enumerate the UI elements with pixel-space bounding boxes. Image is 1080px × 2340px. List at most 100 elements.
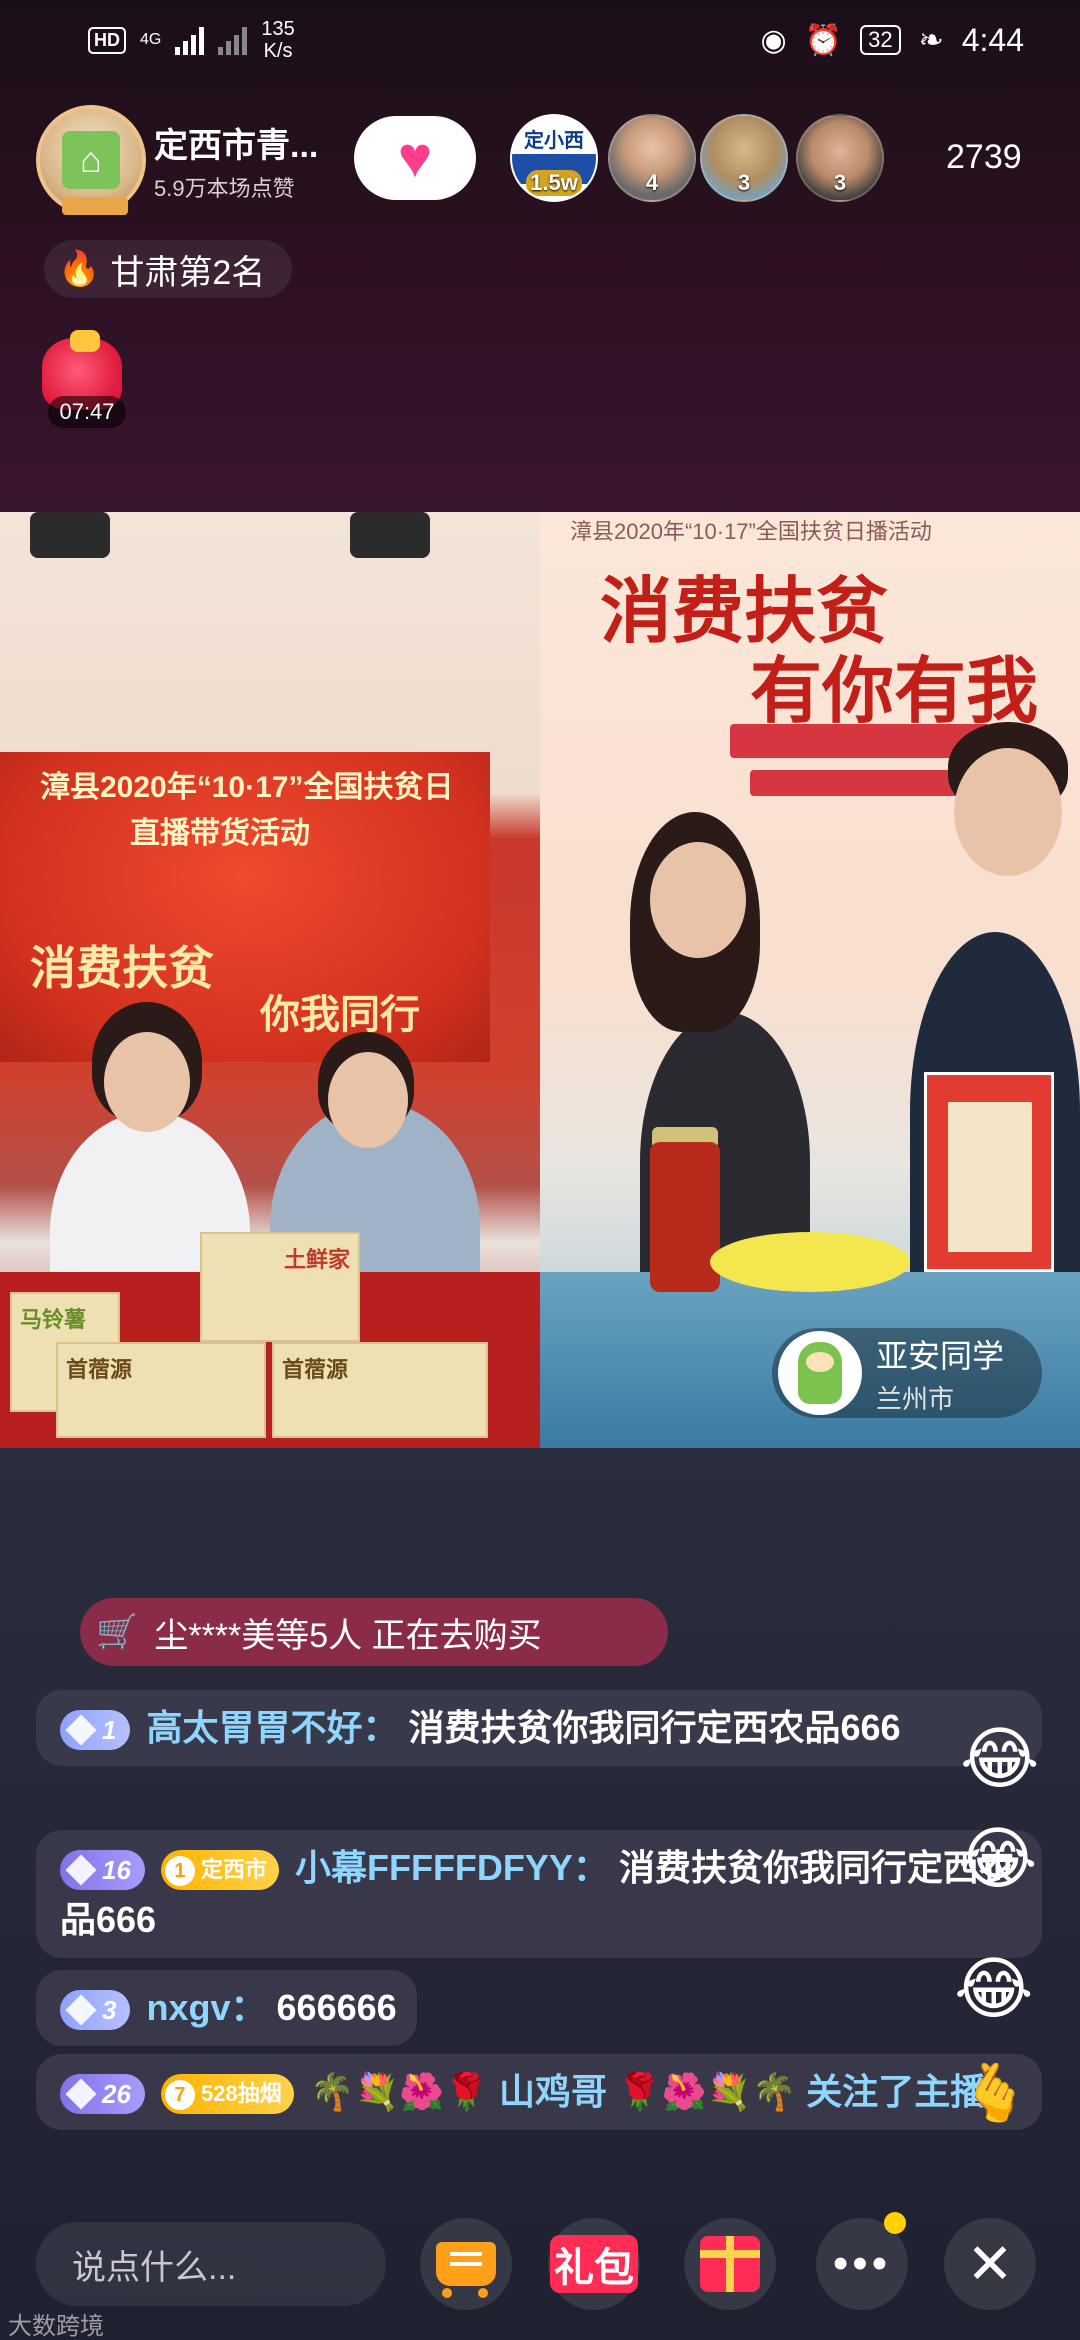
fan-club-badge: 1 定西市 — [160, 1850, 279, 1891]
host-avatar[interactable]: ⌂ — [36, 105, 146, 215]
user-level-badge: 1 — [60, 1710, 131, 1751]
top-viewer-avatar[interactable]: 定小西 1.5w — [510, 114, 598, 202]
hd-badge: HD — [88, 26, 126, 54]
rank-badge[interactable]: 🔥 甘肃第2名 — [44, 240, 292, 298]
clock: 4:44 — [961, 21, 1024, 58]
signal-secondary-icon — [218, 25, 248, 55]
backdrop-subtitle: 直播带货活动 — [130, 817, 310, 850]
leaf-icon: ❧ — [918, 23, 944, 57]
user-level-badge: 26 — [60, 2074, 145, 2115]
viewer-total-count[interactable]: 2739 — [946, 138, 1022, 177]
host-name: 定西市青... — [154, 126, 319, 165]
presenter-face — [104, 1032, 190, 1132]
user-level-badge: 3 — [60, 1990, 131, 2031]
guest-face — [954, 748, 1062, 876]
fan-level: 7 — [164, 2080, 195, 2111]
watermark: 大数跨境 — [8, 2313, 104, 2340]
chat-username[interactable]: 高太胃胃不好： — [146, 1707, 398, 1748]
viewer-count-badge: 1.5w — [526, 170, 582, 196]
network-type: 4G — [140, 31, 162, 48]
heart-hands-emoji-icon: 🫰 — [960, 2061, 1030, 2124]
network-speed-unit: K/s — [263, 40, 293, 62]
status-bar: HD 4G 135 K/s ◉ ⏰ 32 ❧ 4:44 — [0, 0, 1080, 80]
gift-pack-icon: 礼包 — [550, 2235, 638, 2293]
notification-dot — [884, 2212, 906, 2234]
host-info-card[interactable]: ⌂ 定西市青... 5.9万本场点赞 — [36, 105, 346, 215]
house-icon: ⌂ — [62, 131, 120, 189]
backdrop-slogan: 你我同行 — [260, 991, 420, 1038]
fan-level: 1 — [164, 1856, 195, 1887]
guest-video-stream[interactable]: 漳县2020年“10·17”全国扶贫日播活动 消费扶贫 有你有我 — [540, 512, 1080, 1448]
chat-text: 666666 — [276, 1987, 397, 2028]
user-level: 1 — [102, 1715, 117, 1746]
product-box-label — [948, 1102, 1032, 1252]
gift-pack-button[interactable]: 礼包 — [548, 2218, 640, 2310]
cart-icon: 🛒 — [96, 1613, 139, 1651]
heart-icon: ♥ — [397, 125, 433, 190]
flame-icon: 🔥 — [58, 250, 101, 288]
chat-message[interactable]: 16 1 定西市 小幕FFFFFDFYY： 消费扶贫你我同行定西农品666 — [36, 1830, 1042, 1958]
fan-club-badge: 7 528抽烟 — [160, 2074, 294, 2115]
battery-indicator: 32 — [860, 25, 901, 55]
comment-input[interactable]: 说点什么... — [36, 2222, 386, 2306]
product-jar — [650, 1142, 720, 1292]
product-label: 马铃薯 — [20, 1307, 87, 1332]
guest-name: 亚安同学 — [876, 1337, 1005, 1374]
guest-face — [650, 842, 746, 958]
viewer-count-badge: 4 — [645, 170, 659, 195]
product-label: 首蓿源 — [66, 1357, 133, 1382]
red-packet-knot — [70, 330, 100, 352]
gift-box-icon — [700, 2236, 760, 2292]
eye-icon: ◉ — [760, 23, 787, 57]
top-viewer-avatar[interactable]: 3 — [700, 114, 788, 202]
laughing-emoji-icon: 😂 — [954, 1951, 1034, 2027]
diamond-icon — [65, 1714, 97, 1747]
top-viewer-avatar[interactable]: 3 — [796, 114, 884, 202]
user-level: 3 — [102, 1995, 117, 2026]
chat-username[interactable]: 🌴💐🌺🌹 山鸡哥 🌹🌺💐🌴 — [310, 2071, 807, 2112]
product-plate — [710, 1232, 910, 1292]
backdrop-title: 漳县2020年“10·17”全国扶贫日 — [40, 771, 454, 804]
product-box: 土鲜家 — [200, 1232, 360, 1342]
viewer-badge-label: 定小西 — [524, 130, 584, 152]
more-icon: ••• — [832, 2239, 892, 2288]
top-viewer-avatar[interactable]: 4 — [608, 114, 696, 202]
chat-username[interactable]: 小幕FFFFFDFYY： — [295, 1847, 609, 1888]
viewer-count-badge: 3 — [833, 170, 847, 195]
fan-club-name: 528抽烟 — [200, 2081, 282, 2107]
product-box: 首蓿源 — [56, 1342, 266, 1438]
diamond-icon — [65, 1994, 97, 2027]
guest-city: 兰州市 — [876, 1383, 955, 1414]
poster-header: 漳县2020年“10·17”全国扶贫日播活动 — [570, 519, 932, 544]
guest-profile-tag[interactable]: 亚安同学 兰州市 — [772, 1328, 1042, 1418]
chat-message[interactable]: 1 高太胃胃不好： 消费扶贫你我同行定西农品666 — [36, 1690, 1042, 1766]
stage-light — [350, 512, 430, 558]
close-button[interactable]: ✕ — [944, 2218, 1036, 2310]
shopping-cart-icon — [436, 2242, 496, 2298]
purchase-notice[interactable]: 🛒 尘****美等5人 正在去购买 — [80, 1598, 668, 1666]
chat-message[interactable]: 3 nxgv： 666666 — [36, 1970, 417, 2046]
network-speed-value: 135 — [261, 18, 295, 40]
product-label: 土鲜家 — [283, 1247, 350, 1272]
backdrop-slogan: 消费扶贫 — [30, 941, 214, 995]
guest-avatar[interactable] — [778, 1331, 862, 1415]
chat-text: 消费扶贫你我同行定西农品666 — [408, 1707, 901, 1748]
user-level: 26 — [102, 2079, 131, 2110]
chat-username[interactable]: nxgv： — [146, 1987, 266, 2028]
user-level-badge: 16 — [60, 1850, 145, 1891]
signal-icon — [175, 25, 205, 55]
send-gift-button[interactable] — [684, 2218, 776, 2310]
host-likes: 5.9万本场点赞 — [154, 175, 295, 201]
laurel-decoration — [62, 197, 128, 215]
follow-button[interactable]: ♥ — [354, 116, 476, 200]
product-box: 首蓿源 — [272, 1342, 488, 1438]
shop-cart-button[interactable] — [420, 2218, 512, 2310]
fan-club-name: 定西市 — [200, 1857, 267, 1883]
rank-text: 甘肃第2名 — [110, 253, 266, 292]
red-packet-button[interactable]: 07:47 — [34, 330, 134, 430]
chat-message[interactable]: 26 7 528抽烟 🌴💐🌺🌹 山鸡哥 🌹🌺💐🌴 关注了主播 — [36, 2054, 1042, 2130]
mascot-icon — [798, 1342, 842, 1404]
diamond-icon — [65, 2078, 97, 2111]
host-video-stream[interactable]: 漳县2020年“10·17”全国扶贫日 直播带货活动 消费扶贫 你我同行 马铃薯… — [0, 512, 540, 1448]
poster-slogan: 有你有我 — [750, 648, 1039, 733]
